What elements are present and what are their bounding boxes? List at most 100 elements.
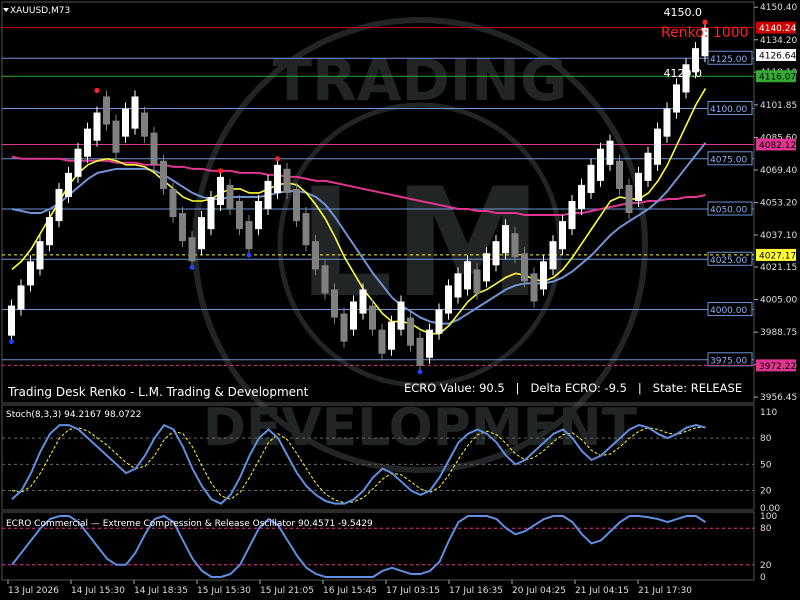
level-tag-3975.00: 3975.00 bbox=[710, 356, 747, 366]
trading-chart[interactable]: LM TRADING DEVELOPMENT 4125.004100.00407… bbox=[0, 0, 800, 600]
renko-brick[interactable] bbox=[502, 225, 509, 254]
renko-brick[interactable] bbox=[416, 337, 424, 366]
renko-brick[interactable] bbox=[663, 108, 671, 137]
renko-brick[interactable] bbox=[454, 273, 462, 298]
renko-brick[interactable] bbox=[331, 289, 338, 318]
renko-brick[interactable] bbox=[369, 305, 376, 330]
renko-brick[interactable] bbox=[27, 261, 34, 286]
time-tick-label: 17 Jul 03:15 bbox=[386, 586, 440, 596]
renko-brick[interactable] bbox=[388, 321, 395, 350]
renko-brick[interactable] bbox=[606, 140, 614, 165]
renko-brick[interactable] bbox=[464, 261, 471, 290]
renko-brick[interactable] bbox=[169, 188, 177, 218]
time-tick-label: 20 Jul 04:25 bbox=[512, 586, 566, 596]
renko-brick[interactable] bbox=[93, 112, 101, 141]
renko-brick[interactable] bbox=[549, 241, 557, 270]
renko-brick[interactable] bbox=[84, 128, 91, 157]
renko-brick[interactable] bbox=[131, 96, 139, 129]
level-tag-4075.00: 4075.00 bbox=[710, 155, 747, 165]
renko-brick[interactable] bbox=[312, 241, 319, 270]
renko-brick[interactable] bbox=[103, 96, 110, 125]
renko-brick[interactable] bbox=[74, 148, 82, 177]
renko-brick[interactable] bbox=[226, 184, 234, 210]
price-tag-4140.24: 4140.24 bbox=[759, 24, 796, 34]
renko-brick[interactable] bbox=[160, 160, 167, 189]
renko-brick[interactable] bbox=[530, 273, 538, 302]
renko-brick[interactable] bbox=[483, 253, 490, 282]
renko-brick[interactable] bbox=[378, 329, 386, 354]
price-tag-3972.22: 3972.22 bbox=[759, 362, 796, 372]
renko-brick[interactable] bbox=[255, 200, 262, 230]
renko-brick[interactable] bbox=[597, 148, 604, 181]
renko-brick[interactable] bbox=[616, 160, 623, 189]
renko-brick[interactable] bbox=[635, 172, 642, 201]
renko-brick[interactable] bbox=[293, 188, 300, 222]
pivot-high-marker bbox=[217, 168, 224, 174]
renko-brick[interactable] bbox=[578, 184, 585, 210]
renko-brick[interactable] bbox=[65, 172, 72, 197]
renko-brick[interactable] bbox=[350, 301, 357, 330]
time-tick-label: 21 Jul 17:30 bbox=[638, 586, 692, 596]
renko-brick[interactable] bbox=[283, 168, 291, 193]
renko-brick[interactable] bbox=[122, 108, 129, 137]
renko-brick[interactable] bbox=[141, 112, 148, 137]
renko-brick[interactable] bbox=[198, 217, 205, 250]
renko-brick[interactable] bbox=[654, 128, 661, 165]
level-tag-4050.00: 4050.00 bbox=[710, 206, 747, 216]
renko-brick[interactable] bbox=[673, 84, 680, 113]
renko-brick[interactable] bbox=[321, 265, 329, 294]
renko-brick[interactable] bbox=[511, 233, 519, 258]
watermark-bottom: DEVELOPMENT bbox=[203, 398, 638, 458]
renko-brick[interactable] bbox=[492, 241, 500, 266]
renko-brick[interactable] bbox=[17, 285, 25, 310]
renko-brick[interactable] bbox=[397, 301, 405, 330]
renko-brick[interactable] bbox=[426, 329, 433, 358]
renko-brick[interactable] bbox=[264, 180, 272, 210]
level-tag-4125.00: 4125.00 bbox=[710, 55, 747, 65]
time-tick-label: 14 Jul 18:35 bbox=[134, 586, 188, 596]
price-tag-4082.12: 4082.12 bbox=[759, 141, 796, 151]
renko-brick[interactable] bbox=[150, 132, 158, 165]
renko-brick[interactable] bbox=[188, 237, 196, 262]
renko-brick[interactable] bbox=[55, 188, 63, 222]
renko-brick[interactable] bbox=[359, 289, 367, 314]
renko-brick[interactable] bbox=[568, 200, 576, 230]
renko-brick[interactable] bbox=[236, 200, 243, 230]
pivot-high-marker bbox=[274, 156, 281, 162]
renko-brick[interactable] bbox=[407, 317, 414, 346]
price-tick-label: 4021.15 bbox=[760, 263, 797, 273]
renko-brick[interactable] bbox=[112, 120, 120, 153]
renko-brick[interactable] bbox=[473, 269, 481, 294]
renko-brick[interactable] bbox=[245, 221, 253, 250]
ecro-tick-label: 100 bbox=[760, 512, 777, 522]
pivot-high-marker bbox=[94, 87, 100, 94]
renko-brick[interactable] bbox=[445, 285, 452, 314]
level-tag-4025.00: 4025.00 bbox=[710, 256, 747, 266]
renko-brick[interactable] bbox=[207, 196, 215, 230]
pivot-high-marker bbox=[702, 19, 708, 25]
renko-brick[interactable] bbox=[36, 241, 44, 270]
ecro-tick-label: 80 bbox=[760, 524, 772, 534]
renko-brick[interactable] bbox=[217, 176, 224, 206]
renko-brick[interactable] bbox=[625, 184, 633, 214]
renko-brick[interactable] bbox=[274, 164, 281, 193]
stoch-tick-label: 20 bbox=[760, 487, 772, 497]
renko-brick[interactable] bbox=[302, 213, 310, 246]
renko-brick[interactable] bbox=[521, 253, 528, 282]
level-tag-4100.00: 4100.00 bbox=[710, 105, 747, 115]
stoch-tick-label: 110 bbox=[760, 408, 777, 418]
renko-brick[interactable] bbox=[340, 313, 348, 342]
renko-brick[interactable] bbox=[559, 221, 566, 250]
price-tick-label: 4005.00 bbox=[760, 295, 797, 305]
renko-brick[interactable] bbox=[46, 217, 53, 246]
renko-brick[interactable] bbox=[8, 305, 15, 336]
renko-brick[interactable] bbox=[179, 213, 186, 242]
renko-brick[interactable] bbox=[435, 309, 443, 334]
time-tick-label: 16 Jul 15:45 bbox=[323, 586, 377, 596]
renko-brick[interactable] bbox=[540, 261, 547, 290]
level-4150-label: 4150.0 bbox=[664, 6, 703, 19]
symbol-label: XAUUSD,M73 bbox=[10, 6, 70, 16]
stoch-tick-label: 50 bbox=[760, 460, 772, 470]
renko-brick[interactable] bbox=[644, 152, 652, 181]
renko-brick[interactable] bbox=[587, 164, 595, 193]
